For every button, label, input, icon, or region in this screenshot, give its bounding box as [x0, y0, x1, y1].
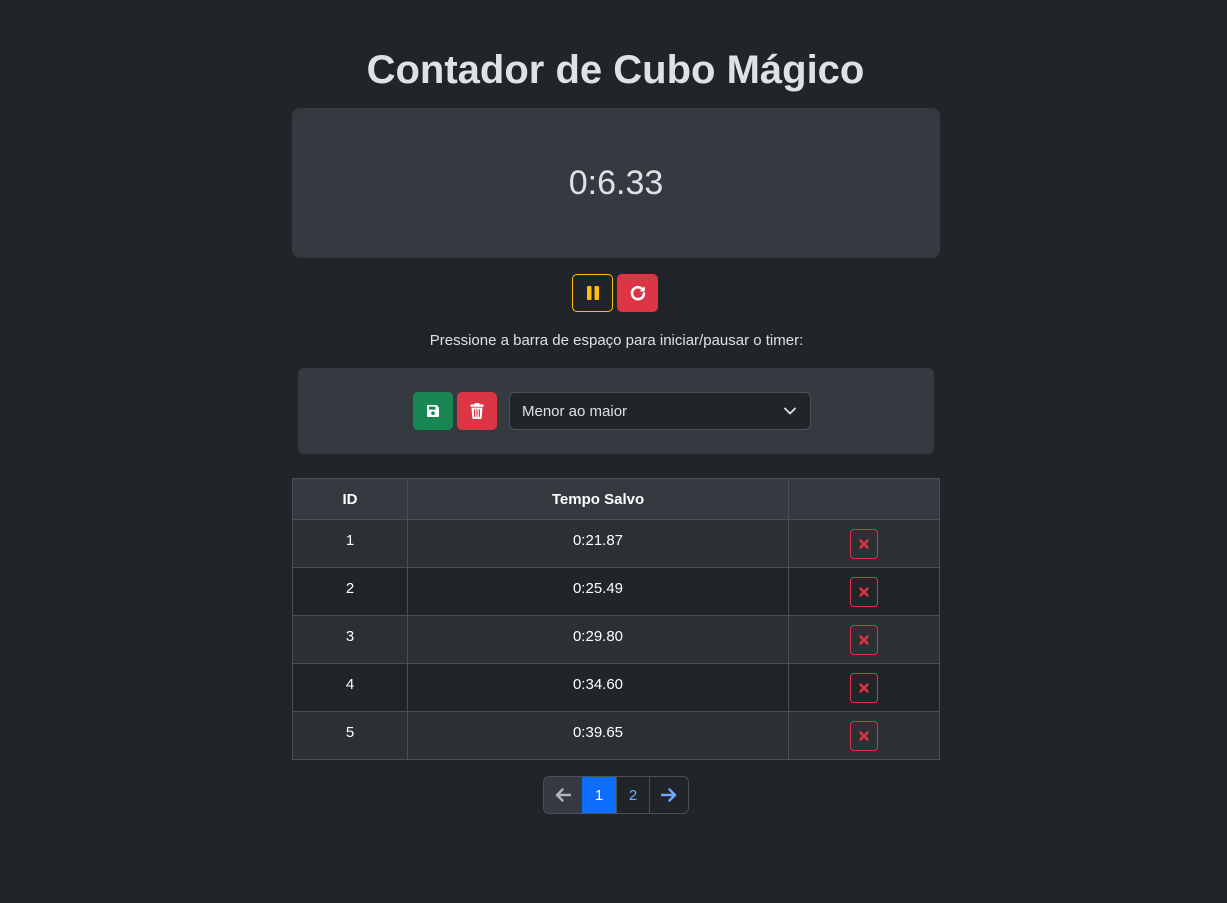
chevron-down-icon [784, 407, 796, 415]
table-row: 4 0:34.60 [292, 663, 940, 712]
close-icon [859, 587, 869, 597]
delete-row-button[interactable] [850, 721, 878, 751]
row-actions [788, 519, 940, 568]
save-time-button[interactable] [413, 392, 453, 430]
table-row: 1 0:21.87 [292, 519, 940, 568]
close-icon [859, 635, 869, 645]
rotate-right-icon [630, 285, 645, 301]
row-time: 0:21.87 [407, 519, 789, 568]
row-actions [788, 615, 940, 664]
table-row: 3 0:29.80 [292, 615, 940, 664]
arrow-left-icon [555, 788, 571, 802]
arrow-right-icon [661, 788, 677, 802]
timer-controls [572, 274, 658, 312]
delete-row-button[interactable] [850, 673, 878, 703]
sort-select[interactable]: Menor ao maior [509, 392, 811, 430]
next-page-button[interactable] [649, 777, 688, 813]
row-time: 0:39.65 [407, 711, 789, 760]
column-header-time: Tempo Salvo [407, 478, 789, 520]
pagination: 1 2 [543, 776, 689, 814]
pause-icon [586, 286, 599, 300]
table-row: 2 0:25.49 [292, 567, 940, 616]
delete-row-button[interactable] [850, 625, 878, 655]
clear-all-button[interactable] [457, 392, 497, 430]
row-actions [788, 711, 940, 760]
table-row: 5 0:39.65 [292, 711, 940, 760]
saved-times-table: ID Tempo Salvo 1 0:21.87 2 0:25.49 3 0:2… [292, 478, 940, 760]
row-time: 0:29.80 [407, 615, 789, 664]
reset-button[interactable] [617, 274, 658, 312]
delete-row-button[interactable] [850, 577, 878, 607]
column-header-actions [788, 478, 940, 520]
trash-icon [470, 403, 484, 419]
delete-row-button[interactable] [850, 529, 878, 559]
close-icon [859, 683, 869, 693]
timer-display-panel: 0:6.33 [292, 108, 940, 258]
row-actions [788, 663, 940, 712]
page-button-1[interactable]: 1 [582, 777, 616, 813]
table-header-row: ID Tempo Salvo [292, 478, 940, 520]
spacebar-hint: Pressione a barra de espaço para iniciar… [429, 332, 804, 349]
timer-value: 0:6.33 [568, 163, 664, 202]
previous-page-button[interactable] [544, 777, 582, 813]
column-header-id: ID [292, 478, 408, 520]
sort-select-value: Menor ao maior [522, 402, 628, 420]
page-title: Contador de Cubo Mágico [366, 48, 865, 92]
row-id: 4 [292, 663, 408, 712]
row-id: 2 [292, 567, 408, 616]
row-id: 5 [292, 711, 408, 760]
pause-button[interactable] [572, 274, 613, 312]
close-icon [859, 731, 869, 741]
close-icon [859, 539, 869, 549]
row-id: 3 [292, 615, 408, 664]
page-button-2[interactable]: 2 [616, 777, 649, 813]
row-time: 0:25.49 [407, 567, 789, 616]
floppy-disk-icon [427, 405, 439, 417]
row-actions [788, 567, 940, 616]
row-time: 0:34.60 [407, 663, 789, 712]
row-id: 1 [292, 519, 408, 568]
save-panel: Menor ao maior [298, 368, 934, 454]
page: Contador de Cubo Mágico 0:6.33 Pressione… [0, 0, 1227, 903]
